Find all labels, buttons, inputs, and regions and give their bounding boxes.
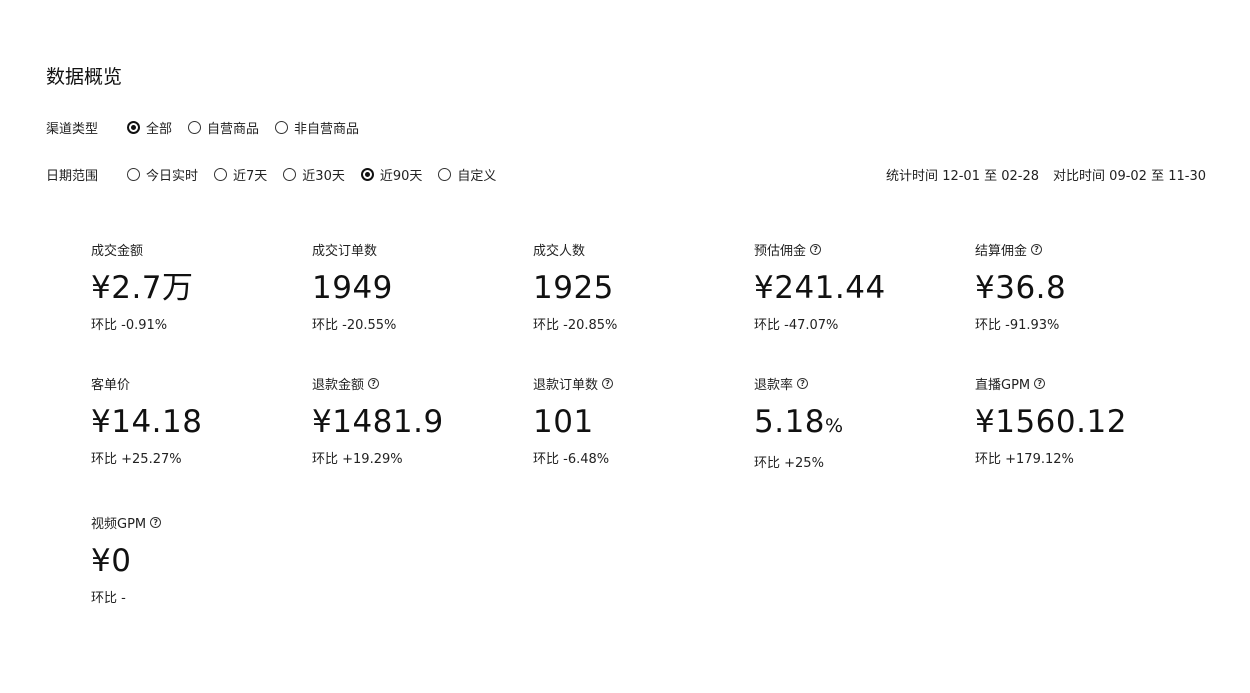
metric-compare: 环比 +25.27% [91,452,182,467]
date-option-30d[interactable]: 近30天 [283,165,345,184]
metric-card: 成交人数 1925 环比 -20.85% [533,240,733,334]
stat-period-label: 统计时间 [886,168,939,184]
metric-label: 成交人数 [533,243,586,259]
compare-period-range: 09-02 至 11-30 [1109,168,1206,184]
date-option-label: 近90天 [379,168,423,184]
metric-label: 成交订单数 [312,243,378,259]
date-option-label: 近7天 [233,168,268,184]
metric-value: ¥1560.12 [975,404,1127,440]
metric-compare: 环比 -47.07% [754,318,839,333]
help-icon[interactable]: ? [368,377,380,389]
radio-icon[interactable] [275,120,289,134]
metric-label: 直播GPM [975,377,1031,393]
metric-value: ¥36.8 [975,270,1067,306]
date-option-7d[interactable]: 近7天 [214,165,267,184]
help-icon[interactable]: ? [1031,243,1043,255]
metric-compare: 环比 -6.48% [533,452,610,467]
channel-option-self[interactable]: 自营商品 [188,118,259,137]
metric-value: 1949 [312,270,393,306]
metric-value: 1925 [533,270,614,306]
metric-card: 直播GPM? ¥1560.12 环比 +179.12% [975,374,1175,467]
date-option-today[interactable]: 今日实时 [127,165,198,184]
metric-card: 退款率? 5.18% 环比 +25% [754,374,954,471]
metric-label: 预估佣金 [754,243,807,259]
metric-value: ¥14.18 [91,404,203,440]
metric-compare: 环比 - [91,591,126,606]
metric-compare: 环比 -20.55% [312,318,397,333]
date-option-label: 自定义 [457,168,497,184]
channel-option-label: 自营商品 [207,121,260,137]
metric-card: 客单价 ¥14.18 环比 +25.27% [91,374,291,468]
metric-label: 退款订单数 [533,377,599,393]
metric-compare: 环比 +179.12% [975,452,1074,467]
help-icon[interactable]: ? [1034,377,1046,389]
metric-value: ¥2.7万 [91,270,194,306]
radio-icon[interactable] [214,167,228,181]
metric-compare: 环比 -91.93% [975,318,1060,333]
stat-period: 统计时间 12-01 至 02-28 对比时间 09-02 至 11-30 [886,163,1206,185]
channel-option-label: 全部 [146,121,173,137]
radio-icon[interactable] [188,120,202,134]
date-option-custom[interactable]: 自定义 [438,165,496,184]
metric-label: 客单价 [91,377,131,393]
help-icon[interactable]: ? [150,516,162,528]
metric-label: 退款金额 [312,377,365,393]
metric-label: 结算佣金 [975,243,1028,259]
date-option-label: 今日实时 [146,168,199,184]
date-option-label: 近30天 [302,168,345,184]
radio-icon[interactable] [283,167,297,181]
metric-unit: % [825,415,844,437]
compare-period-label: 对比时间 [1053,168,1106,184]
metric-card: 成交金额 ¥2.7万 环比 -0.91% [91,240,291,334]
channel-option-all[interactable]: 全部 [127,118,172,137]
metric-card: 成交订单数 1949 环比 -20.55% [312,240,512,334]
metric-compare: 环比 +19.29% [312,452,403,467]
metric-label: 视频GPM [91,516,147,532]
radio-icon[interactable] [438,167,452,181]
metric-card: 预估佣金? ¥241.44 环比 -47.07% [754,240,954,333]
metric-value: 101 [533,404,594,440]
channel-filter: 渠道类型 全部 自营商品 非自营商品 [46,116,375,138]
metric-label: 成交金额 [91,243,144,259]
metric-value: ¥241.44 [754,270,886,306]
page-title: 数据概览 [46,66,123,88]
metric-card: 退款订单数? 101 环比 -6.48% [533,374,733,467]
radio-icon[interactable] [127,120,140,134]
metric-card: 结算佣金? ¥36.8 环比 -91.93% [975,240,1175,333]
metric-compare: 环比 -0.91% [91,318,168,333]
metric-card: 退款金额? ¥1481.9 环比 +19.29% [312,374,512,467]
channel-option-label: 非自营商品 [294,121,360,137]
stat-period-range: 12-01 至 02-28 [942,168,1040,184]
metric-label: 退款率 [754,377,794,393]
metric-card: 视频GPM? ¥0 环比 - [91,513,291,606]
help-icon[interactable]: ? [810,243,822,255]
help-icon[interactable]: ? [797,377,809,389]
metric-compare: 环比 -20.85% [533,318,618,333]
metric-value: ¥0 [91,543,132,579]
date-filter: 日期范围 今日实时 近7天 近30天 近90天 自定义 [46,163,512,185]
help-icon[interactable]: ? [602,377,614,389]
metric-value: 5.18 [754,404,826,440]
channel-option-non-self[interactable]: 非自营商品 [275,118,359,137]
radio-icon[interactable] [127,167,140,181]
metric-value: ¥1481.9 [312,404,444,440]
channel-filter-label: 渠道类型 [46,121,99,137]
date-filter-label: 日期范围 [46,168,99,184]
metric-compare: 环比 +25% [754,456,824,471]
date-option-90d[interactable]: 近90天 [360,165,423,184]
radio-icon[interactable] [360,167,374,181]
